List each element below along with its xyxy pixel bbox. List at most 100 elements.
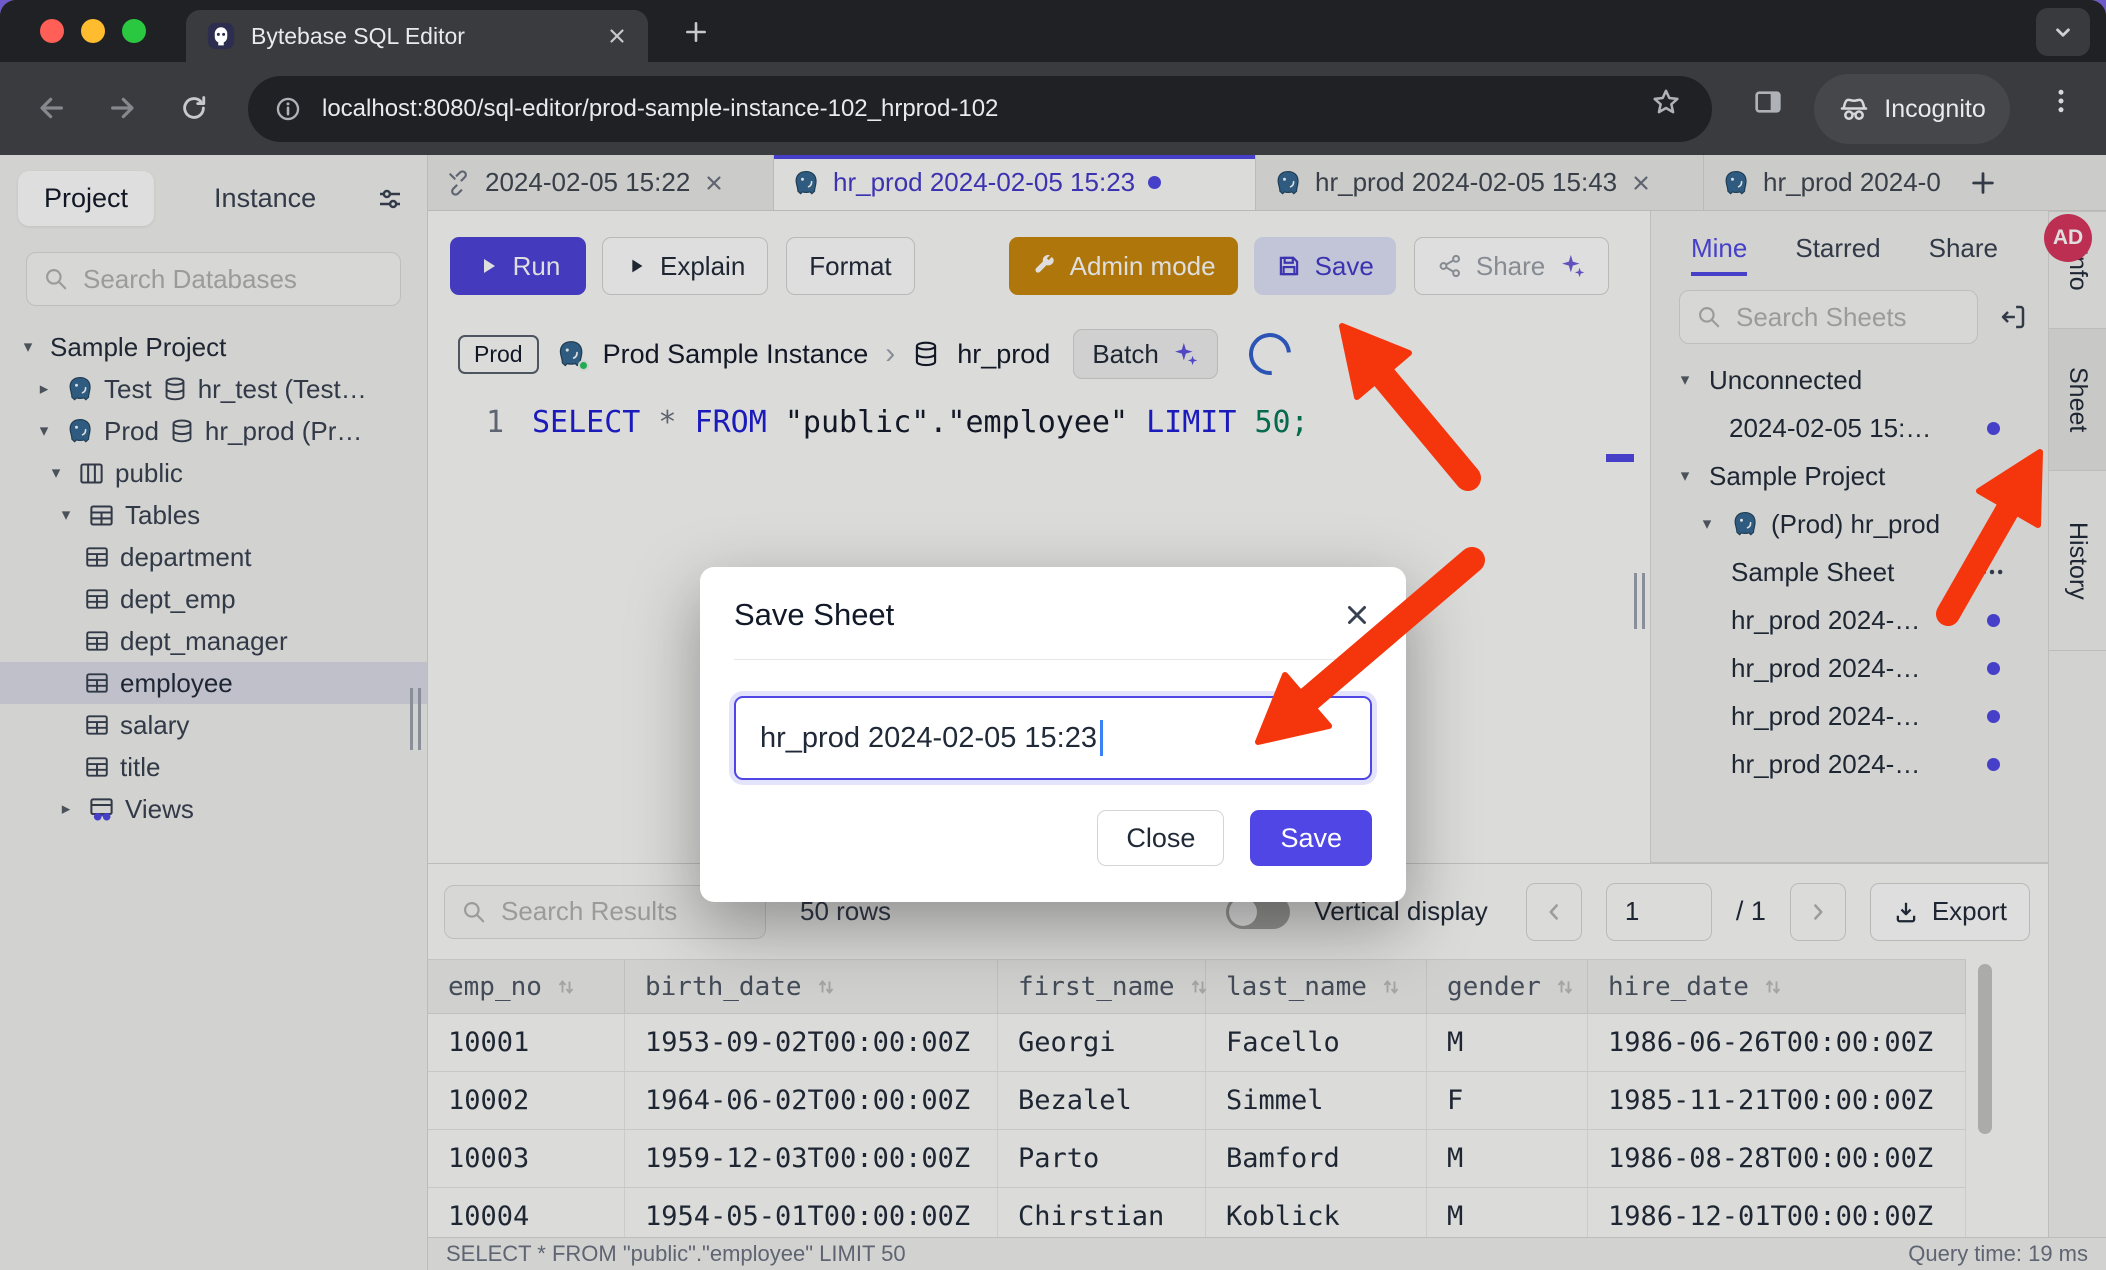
format-button[interactable]: Format	[786, 237, 914, 295]
side-panel-button[interactable]	[1752, 86, 1784, 118]
tree-item-schema-public[interactable]: ▾ public	[0, 452, 427, 494]
next-page-button[interactable]	[1790, 883, 1846, 941]
browser-menu-button[interactable]	[2046, 86, 2076, 116]
tree-item-sample-project[interactable]: ▾ Sample Project	[0, 326, 427, 368]
caret-down-icon[interactable]: ▾	[54, 505, 78, 525]
column-header[interactable]: birth_date	[625, 960, 998, 1013]
sheet-item[interactable]: 2024-02-05 15:…	[1651, 404, 2048, 452]
close-editor-tab-icon[interactable]	[703, 172, 725, 194]
sheet-item[interactable]: hr_prod 2024-…	[1651, 740, 2048, 788]
run-button[interactable]: Run	[450, 237, 586, 295]
panel-resize-handle[interactable]	[1634, 573, 1645, 629]
share-button[interactable]: Share	[1414, 237, 1609, 295]
browser-tab[interactable]: Bytebase SQL Editor	[186, 10, 648, 62]
close-tab-icon[interactable]	[606, 25, 628, 47]
url-bar[interactable]: localhost:8080/sql-editor/prod-sample-in…	[248, 76, 1712, 142]
site-info-icon[interactable]	[274, 95, 302, 123]
reload-button[interactable]	[172, 86, 216, 130]
tree-item-table-employee[interactable]: employee	[0, 662, 427, 704]
sheet-item-sample-sheet[interactable]: Sample Sheet	[1651, 548, 2048, 596]
admin-mode-button[interactable]: Admin mode	[1009, 237, 1238, 295]
search-sheets-input[interactable]: Search Sheets	[1679, 290, 1978, 344]
column-header[interactable]: emp_no	[428, 960, 625, 1013]
export-button[interactable]: Export	[1870, 883, 2030, 941]
new-tab-button[interactable]	[676, 12, 716, 52]
close-window-button[interactable]	[40, 19, 64, 43]
minimize-window-button[interactable]	[81, 19, 105, 43]
caret-down-icon[interactable]: ▾	[1673, 370, 1697, 390]
close-button[interactable]: Close	[1097, 810, 1224, 866]
sheet-name-input[interactable]: hr_prod 2024-02-05 15:23	[734, 696, 1372, 780]
more-options-icon[interactable]	[1978, 558, 2006, 586]
save-sheet-button[interactable]: Save	[1254, 237, 1396, 295]
tree-item-table-dept-emp[interactable]: dept_emp	[0, 578, 427, 620]
tree-item-views-group[interactable]: ▸ Views	[0, 788, 427, 830]
tab-search-chevron-button[interactable]	[2036, 8, 2090, 56]
caret-down-icon[interactable]: ▾	[1695, 514, 1719, 534]
sort-icon[interactable]	[1379, 975, 1403, 999]
sort-icon[interactable]	[1761, 975, 1785, 999]
editor-tab-1[interactable]: 2024-02-05 15:22	[428, 155, 774, 210]
caret-down-icon[interactable]: ▾	[44, 463, 68, 483]
filter-sliders-icon[interactable]	[375, 184, 405, 214]
database-name[interactable]: hr_prod	[957, 339, 1050, 370]
sort-icon[interactable]	[1553, 975, 1577, 999]
results-scrollbar-thumb[interactable]	[1978, 964, 1992, 1134]
new-sheet-tab-button[interactable]	[1956, 155, 2010, 210]
sheet-database-node[interactable]: ▾ (Prod) hr_prod	[1651, 500, 2048, 548]
sort-icon[interactable]	[814, 975, 838, 999]
prev-page-button[interactable]	[1526, 883, 1582, 941]
instance-name[interactable]: Prod Sample Instance	[603, 339, 869, 370]
caret-down-icon[interactable]: ▾	[1673, 466, 1697, 486]
sql-editor-line[interactable]: 1 SELECT * FROM "public"."employee" LIMI…	[428, 389, 1650, 440]
tree-item-tables-group[interactable]: ▾ Tables	[0, 494, 427, 536]
sheet-item[interactable]: hr_prod 2024-…	[1651, 596, 2048, 644]
tab-mine[interactable]: Mine	[1691, 233, 1747, 276]
tree-item-table-salary[interactable]: salary	[0, 704, 427, 746]
explain-button[interactable]: Explain	[602, 237, 768, 295]
bookmark-star-button[interactable]	[1650, 86, 1682, 118]
back-button[interactable]	[30, 86, 74, 130]
tab-share[interactable]: Share	[1929, 233, 1998, 276]
sheet-item[interactable]: hr_prod 2024-…	[1651, 692, 2048, 740]
close-icon[interactable]	[1342, 600, 1372, 630]
caret-down-icon[interactable]: ▾	[16, 337, 40, 357]
environment-chip[interactable]: Prod	[458, 335, 539, 374]
tree-item-table-title[interactable]: title	[0, 746, 427, 788]
tree-item-test-database[interactable]: ▸ Test hr_test (Test…	[0, 368, 427, 410]
sheet-group-sample-project[interactable]: ▾ Sample Project	[1651, 452, 2048, 500]
tab-instance[interactable]: Instance	[188, 171, 342, 226]
search-databases-input[interactable]: Search Databases	[26, 252, 401, 306]
modal-save-button[interactable]: Save	[1250, 810, 1372, 866]
sort-icon[interactable]	[554, 975, 578, 999]
editor-tab-4[interactable]: hr_prod 2024-0	[1704, 155, 1956, 210]
editor-tab-2-active[interactable]: hr_prod 2024-02-05 15:23	[774, 155, 1256, 210]
column-header[interactable]: gender	[1427, 960, 1588, 1013]
batch-mode-button[interactable]: Batch	[1073, 329, 1218, 379]
sidebar-resize-handle[interactable]	[410, 688, 421, 750]
forward-button[interactable]	[100, 86, 144, 130]
column-header[interactable]: hire_date	[1588, 960, 1966, 1013]
sheet-group-unconnected[interactable]: ▾ Unconnected	[1651, 356, 2048, 404]
editor-scrollbar-thumb[interactable]	[1606, 454, 1634, 462]
table-cell: 1986-12-01T00:00:00Z	[1588, 1188, 1966, 1237]
tree-item-prod-database[interactable]: ▾ Prod hr_prod (Pr…	[0, 410, 427, 452]
avatar[interactable]: AD	[2044, 214, 2092, 262]
zoom-window-button[interactable]	[122, 19, 146, 43]
column-header[interactable]: first_name	[998, 960, 1206, 1013]
tab-starred[interactable]: Starred	[1795, 233, 1880, 276]
tab-history[interactable]: History	[2049, 471, 2106, 651]
tab-project[interactable]: Project	[18, 171, 154, 226]
tab-sheet[interactable]: Sheet	[2049, 329, 2106, 471]
caret-right-icon[interactable]: ▸	[32, 379, 56, 399]
sheet-item[interactable]: hr_prod 2024-…	[1651, 644, 2048, 692]
caret-right-icon[interactable]: ▸	[54, 799, 78, 819]
close-editor-tab-icon[interactable]	[1630, 172, 1652, 194]
editor-tab-3[interactable]: hr_prod 2024-02-05 15:43	[1256, 155, 1704, 210]
column-header[interactable]: last_name	[1206, 960, 1427, 1013]
page-number-input[interactable]: 1	[1606, 883, 1712, 941]
caret-down-icon[interactable]: ▾	[32, 421, 56, 441]
collapse-panel-icon[interactable]	[1998, 302, 2028, 332]
tree-item-table-department[interactable]: department	[0, 536, 427, 578]
tree-item-table-dept-manager[interactable]: dept_manager	[0, 620, 427, 662]
